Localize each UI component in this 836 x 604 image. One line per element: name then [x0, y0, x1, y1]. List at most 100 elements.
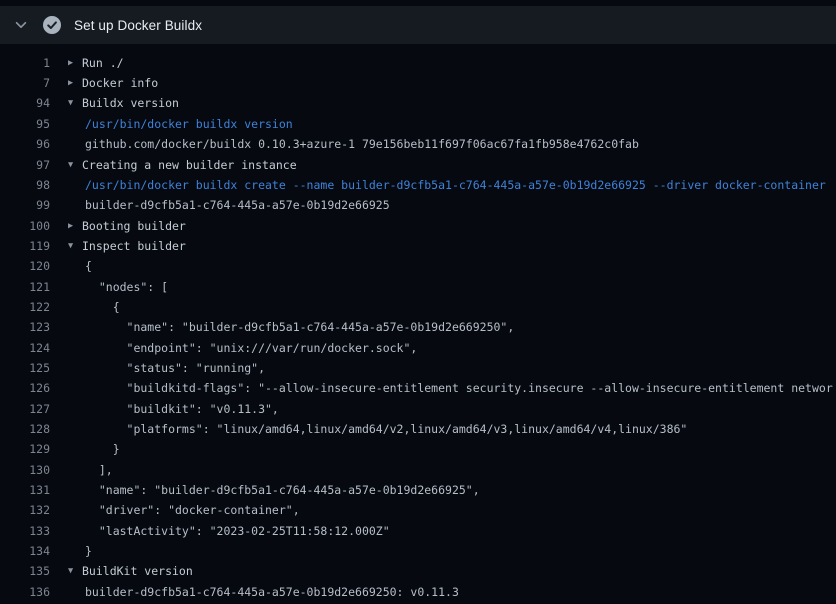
output-text: { — [82, 297, 120, 317]
log-line: 100▶Booting builder — [0, 216, 836, 236]
gutter-spacer — [50, 317, 82, 337]
log-line: 123 "name": "builder-d9cfb5a1-c764-445a-… — [0, 317, 836, 337]
line-number[interactable]: 97 — [0, 155, 50, 175]
check-circle-icon — [42, 15, 62, 35]
line-number[interactable]: 94 — [0, 93, 50, 113]
output-text: ], — [82, 460, 113, 480]
log-line: 119▼Inspect builder — [0, 236, 836, 256]
log-line: 120 { — [0, 256, 836, 276]
log-line: 99 builder-d9cfb5a1-c764-445a-a57e-0b19d2… — [0, 195, 836, 215]
gutter-spacer — [50, 134, 82, 154]
group-expand-icon[interactable]: ▶ — [50, 73, 82, 93]
gutter-spacer — [50, 358, 82, 378]
output-text: "buildkitd-flags": "--allow-insecure-ent… — [82, 378, 833, 398]
line-number[interactable]: 124 — [0, 338, 50, 358]
group-title[interactable]: Run ./ — [82, 53, 124, 73]
output-text: "buildkit": "v0.11.3", — [82, 399, 279, 419]
output-text: { — [82, 256, 92, 276]
group-title[interactable]: Creating a new builder instance — [82, 155, 297, 175]
output-text: builder-d9cfb5a1-c764-445a-a57e-0b19d2e6… — [82, 582, 459, 602]
line-number[interactable]: 100 — [0, 216, 50, 236]
line-number[interactable]: 130 — [0, 460, 50, 480]
line-number[interactable]: 131 — [0, 480, 50, 500]
line-number[interactable]: 133 — [0, 521, 50, 541]
log-line: 98/usr/bin/docker buildx create --name b… — [0, 175, 836, 195]
output-text: "driver": "docker-container", — [82, 500, 300, 520]
group-title[interactable]: Booting builder — [82, 216, 186, 236]
log-line: 124 "endpoint": "unix:///var/run/docker.… — [0, 338, 836, 358]
gutter-spacer — [50, 521, 82, 541]
line-number[interactable]: 98 — [0, 175, 50, 195]
line-number[interactable]: 121 — [0, 277, 50, 297]
command-text: /usr/bin/docker buildx create --name bui… — [82, 175, 826, 195]
log-line: 134} — [0, 541, 836, 561]
output-text: "lastActivity": "2023-02-25T11:58:12.000… — [82, 521, 390, 541]
output-text: } — [82, 439, 120, 459]
line-number[interactable]: 136 — [0, 582, 50, 602]
log-line: 122 { — [0, 297, 836, 317]
gutter-spacer — [50, 114, 82, 134]
group-title[interactable]: Docker info — [82, 73, 158, 93]
group-collapse-icon[interactable]: ▼ — [50, 561, 82, 581]
gutter-spacer — [50, 297, 82, 317]
gutter-spacer — [50, 419, 82, 439]
gutter-spacer — [50, 378, 82, 398]
log-line: 121 "nodes": [ — [0, 277, 836, 297]
log-line: 1▶Run ./ — [0, 53, 836, 73]
line-number[interactable]: 122 — [0, 297, 50, 317]
output-text: "platforms": "linux/amd64,linux/amd64/v2… — [82, 419, 687, 439]
gutter-spacer — [50, 500, 82, 520]
group-collapse-icon[interactable]: ▼ — [50, 93, 82, 113]
line-number[interactable]: 125 — [0, 358, 50, 378]
line-number[interactable]: 1 — [0, 53, 50, 73]
output-text: "nodes": [ — [82, 277, 168, 297]
log-line: 128 "platforms": "linux/amd64,linux/amd6… — [0, 419, 836, 439]
line-number[interactable]: 120 — [0, 256, 50, 276]
line-number[interactable]: 123 — [0, 317, 50, 337]
log-line: 94▼Buildx version — [0, 93, 836, 113]
output-text: "name": "builder-d9cfb5a1-c764-445a-a57e… — [82, 317, 514, 337]
line-number[interactable]: 95 — [0, 114, 50, 134]
line-number[interactable]: 96 — [0, 134, 50, 154]
group-title[interactable]: Buildx version — [82, 93, 179, 113]
output-text: "endpoint": "unix:///var/run/docker.sock… — [82, 338, 417, 358]
line-number[interactable]: 7 — [0, 73, 50, 93]
log-line: 96 github.com/docker/buildx 0.10.3+azure-… — [0, 134, 836, 154]
output-text: } — [82, 541, 92, 561]
line-number[interactable]: 128 — [0, 419, 50, 439]
line-number[interactable]: 134 — [0, 541, 50, 561]
group-title[interactable]: BuildKit version — [82, 561, 193, 581]
log-line: 95/usr/bin/docker buildx version — [0, 114, 836, 134]
gutter-spacer — [50, 338, 82, 358]
gutter-spacer — [50, 175, 82, 195]
gutter-spacer — [50, 277, 82, 297]
log-line: 127 "buildkit": "v0.11.3", — [0, 399, 836, 419]
line-number[interactable]: 129 — [0, 439, 50, 459]
group-collapse-icon[interactable]: ▼ — [50, 236, 82, 256]
group-title[interactable]: Inspect builder — [82, 236, 186, 256]
line-number[interactable]: 99 — [0, 195, 50, 215]
actions-log-viewer: Set up Docker Buildx 1▶Run ./7▶Docker in… — [0, 0, 836, 604]
chevron-down-icon[interactable] — [14, 18, 28, 32]
log-line: 133 "lastActivity": "2023-02-25T11:58:12… — [0, 521, 836, 541]
line-number[interactable]: 135 — [0, 561, 50, 581]
group-expand-icon[interactable]: ▶ — [50, 216, 82, 236]
output-text: "status": "running", — [82, 358, 265, 378]
log-line: 129 } — [0, 439, 836, 459]
line-number[interactable]: 126 — [0, 378, 50, 398]
line-number[interactable]: 127 — [0, 399, 50, 419]
line-number[interactable]: 119 — [0, 236, 50, 256]
line-number[interactable]: 132 — [0, 500, 50, 520]
gutter-spacer — [50, 480, 82, 500]
log-line: 131 "name": "builder-d9cfb5a1-c764-445a-… — [0, 480, 836, 500]
step-header[interactable]: Set up Docker Buildx — [0, 6, 836, 44]
output-text: "name": "builder-d9cfb5a1-c764-445a-a57e… — [82, 480, 480, 500]
output-text: builder-d9cfb5a1-c764-445a-a57e-0b19d2e6… — [82, 195, 390, 215]
gutter-spacer — [50, 460, 82, 480]
log-lines: 1▶Run ./7▶Docker info94▼Buildx version95… — [0, 44, 836, 602]
group-collapse-icon[interactable]: ▼ — [50, 155, 82, 175]
group-expand-icon[interactable]: ▶ — [50, 53, 82, 73]
output-text: github.com/docker/buildx 0.10.3+azure-1 … — [82, 134, 639, 154]
log-line: 135▼BuildKit version — [0, 561, 836, 581]
gutter-spacer — [50, 439, 82, 459]
